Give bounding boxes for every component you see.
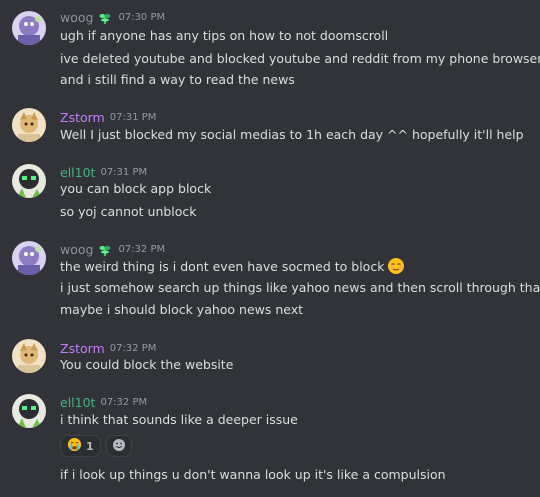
avatar[interactable] [12,11,46,45]
message-header: Zstorm 07:31 PM [60,108,156,126]
smiley-add-icon [112,438,126,455]
timestamp: 07:32 PM [118,243,166,255]
plant-icon [98,242,112,256]
message-text: i think that sounds like a deeper issue [60,412,298,427]
message-text: You could block the website [60,357,234,372]
timestamp: 07:32 PM [109,342,157,354]
avatar[interactable] [12,394,46,428]
reaction-count: 1 [86,439,94,453]
message-header: ell10t 07:31 PM [60,163,147,181]
timestamp: 07:30 PM [118,11,166,23]
message-header: Zstorm 07:32 PM [60,339,156,357]
author-name[interactable]: ell10t [60,165,95,180]
message-header: woog 07:32 PM [60,240,165,258]
plant-icon [98,10,112,24]
crying-face-icon [67,437,82,455]
avatar[interactable] [12,241,46,275]
message-text: the weird thing is i dont even have socm… [60,259,385,274]
author-name[interactable]: ell10t [60,395,95,410]
message-text: if i look up things u don't wanna look u… [60,467,446,482]
message-text: i just somehow search up things like yah… [60,280,540,295]
author-name[interactable]: woog [60,10,93,25]
timestamp: 07:31 PM [100,166,148,178]
avatar[interactable] [12,339,46,373]
message-header: woog 07:30 PM [60,8,165,26]
chat-messages: woog 07:30 PM ugh if anyone has any tips… [0,0,540,497]
message-text: ive deleted youtube and blocked youtube … [60,51,540,66]
message-text: Well I just blocked my social medias to … [60,127,524,142]
message-header: ell10t 07:32 PM [60,393,147,411]
message-text: you can block app block [60,181,212,196]
message-text: and i still find a way to read the news [60,72,295,87]
message-text: ugh if anyone has any tips on how to not… [60,28,389,43]
message-text: maybe i should block yahoo news next [60,302,304,317]
author-name[interactable]: Zstorm [60,341,105,356]
avatar[interactable] [12,108,46,142]
add-reaction-button[interactable] [105,435,132,457]
timestamp: 07:31 PM [109,111,157,123]
relieved-face-icon [387,257,405,280]
reaction-bar: 1 [60,435,132,457]
message-text: so yoj cannot unblock [60,204,197,219]
reaction-button[interactable]: 1 [60,435,101,457]
avatar[interactable] [12,164,46,198]
author-name[interactable]: Zstorm [60,110,105,125]
timestamp: 07:32 PM [100,396,148,408]
message-text-row: the weird thing is i dont even have socm… [60,257,405,280]
author-name[interactable]: woog [60,242,93,257]
